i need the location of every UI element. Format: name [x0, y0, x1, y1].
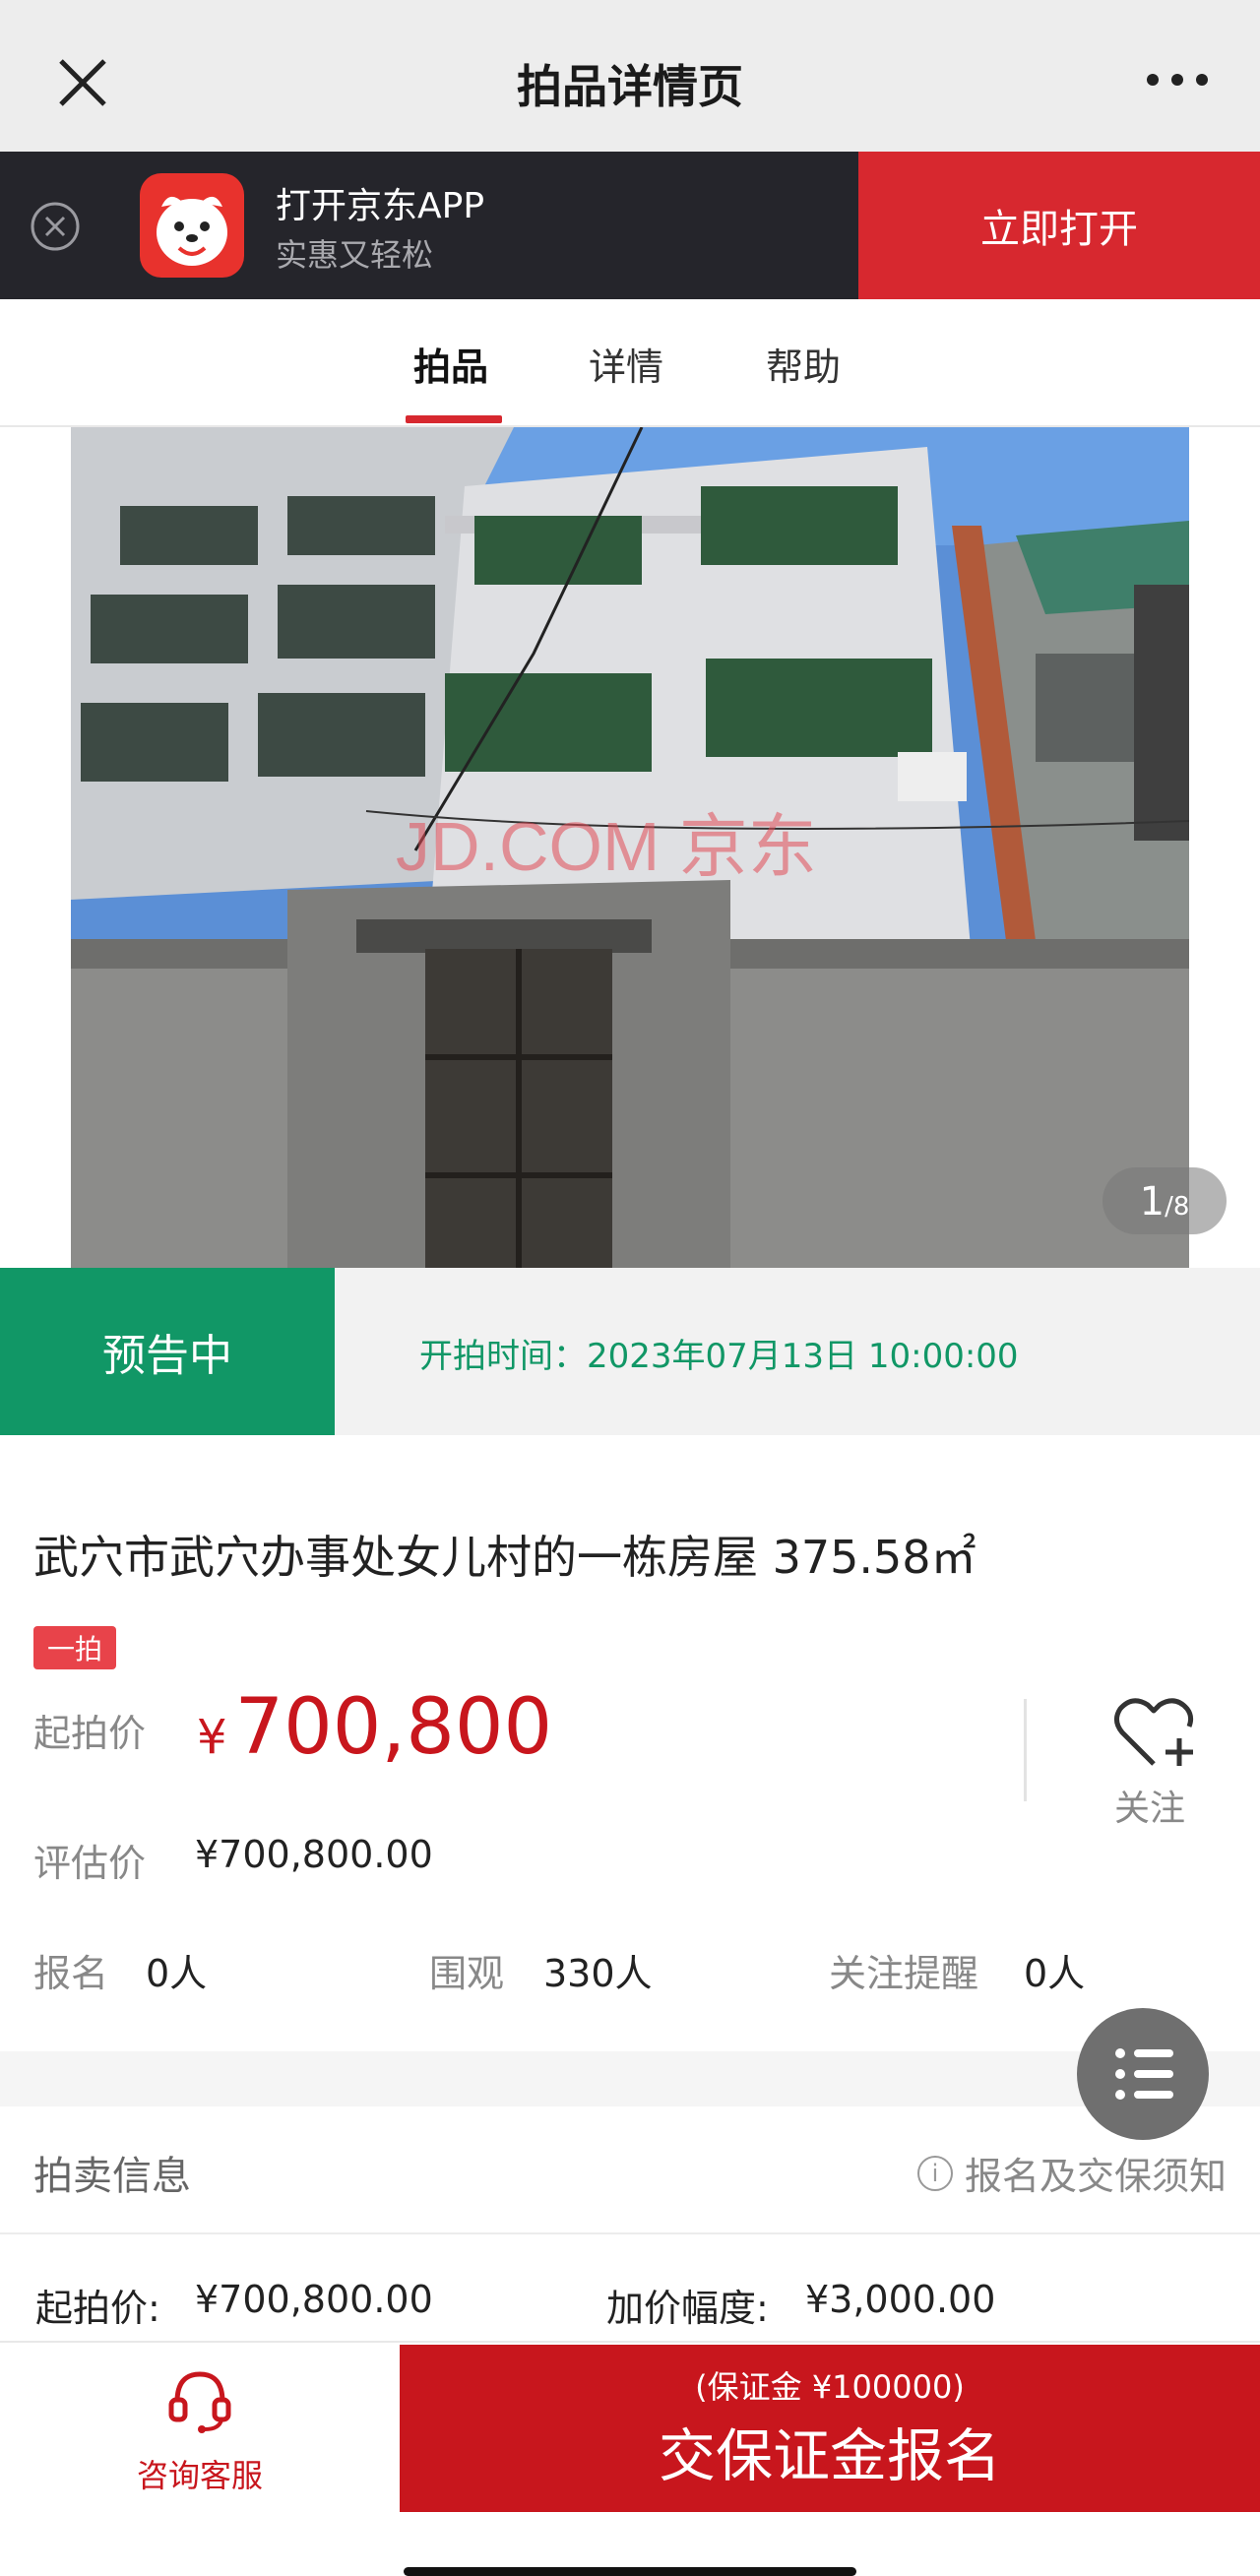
- photo-gallery[interactable]: JD.COM 京东 1/8: [0, 427, 1260, 1268]
- item-title: 武穴市武穴办事处女儿村的一栋房屋 375.58㎡: [33, 1531, 976, 1584]
- heart-plus-icon[interactable]: [1110, 1693, 1197, 1772]
- auction-info-heading: 拍卖信息: [33, 2154, 191, 2199]
- headset-icon: [168, 2371, 231, 2433]
- property-photo[interactable]: JD.COM 京东: [71, 427, 1189, 1268]
- home-indicator: [404, 2567, 856, 2576]
- banner-close-icon[interactable]: [30, 201, 81, 252]
- photo-current-index: 1: [1139, 1179, 1166, 1225]
- photo-total: /8: [1165, 1192, 1190, 1222]
- list-icon: [1115, 2048, 1173, 2100]
- signup-notice-link[interactable]: i 报名及交保须知: [916, 2146, 1227, 2200]
- app-slogan: 实惠又轻松: [276, 236, 434, 274]
- tab-help[interactable]: 帮助: [766, 337, 841, 391]
- active-tab-indicator: [406, 415, 502, 423]
- start-price: ¥700,800: [197, 1683, 552, 1772]
- stat-value-views: 330人: [543, 1952, 653, 1995]
- signup-notice-label: 报名及交保须知: [964, 2155, 1227, 2198]
- section-divider: [0, 2051, 1260, 2106]
- watermark: JD.COM 京东: [396, 808, 817, 885]
- start-price-label: 起拍价: [33, 1712, 147, 1755]
- jd-app-logo: [140, 173, 244, 278]
- open-app-button[interactable]: 立即打开: [858, 152, 1260, 299]
- divider: [0, 2232, 1260, 2234]
- stat-label-signup: 报名: [33, 1952, 109, 1995]
- customer-service-label: 咨询客服: [136, 2457, 263, 2494]
- tab-bar: 拍品 详情 帮助: [0, 299, 1260, 427]
- deposit-amount: (保证金 ¥100000): [695, 2368, 965, 2406]
- tab-details[interactable]: 详情: [589, 337, 663, 391]
- auction-status-bar: 预告中 开拍时间：2023年07月13日 10:00:00: [0, 1268, 1260, 1435]
- signup-button-label: 交保证金报名: [658, 2422, 1001, 2489]
- appraisal-value: ¥700,800.00: [195, 1833, 433, 1876]
- more-icon[interactable]: [1146, 73, 1209, 87]
- info-icon: i: [916, 2155, 953, 2191]
- info-start-price-label: 起拍价:: [35, 2287, 160, 2330]
- currency-symbol: ¥: [197, 1710, 227, 1765]
- pay-deposit-signup-button[interactable]: (保证金 ¥100000) 交保证金报名: [400, 2345, 1260, 2512]
- floating-menu-button[interactable]: [1077, 2008, 1209, 2140]
- increment-label: 加价幅度:: [606, 2287, 769, 2330]
- follow-label[interactable]: 关注: [1114, 1780, 1185, 1831]
- stat-label-views: 围观: [429, 1952, 505, 1995]
- app-download-banner: 打开京东APP 实惠又轻松 立即打开: [0, 152, 1260, 299]
- photo-counter: 1/8: [1102, 1167, 1227, 1234]
- round-tag: 一拍: [33, 1626, 116, 1669]
- tab-item[interactable]: 拍品: [413, 337, 488, 391]
- bottom-action-bar: 咨询客服 (保证金 ¥100000) 交保证金报名: [0, 2341, 1260, 2576]
- app-name: 打开京东APP: [276, 186, 485, 226]
- status-badge: 预告中: [0, 1268, 335, 1435]
- stat-label-reminders: 关注提醒: [829, 1952, 979, 1995]
- start-time: 开拍时间：2023年07月13日 10:00:00: [419, 1337, 1019, 1376]
- increment-value: ¥3,000.00: [805, 2278, 996, 2321]
- nav-header: 拍品详情页: [0, 0, 1260, 152]
- info-start-price-value: ¥700,800.00: [195, 2278, 433, 2321]
- page-title: 拍品详情页: [517, 60, 743, 113]
- start-price-value: 700,800: [234, 1683, 553, 1772]
- customer-service-button[interactable]: 咨询客服: [0, 2343, 400, 2510]
- stat-value-reminders: 0人: [1024, 1952, 1086, 1995]
- appraisal-label: 评估价: [33, 1842, 147, 1885]
- stat-value-signup: 0人: [146, 1952, 208, 1995]
- divider: [1024, 1699, 1027, 1801]
